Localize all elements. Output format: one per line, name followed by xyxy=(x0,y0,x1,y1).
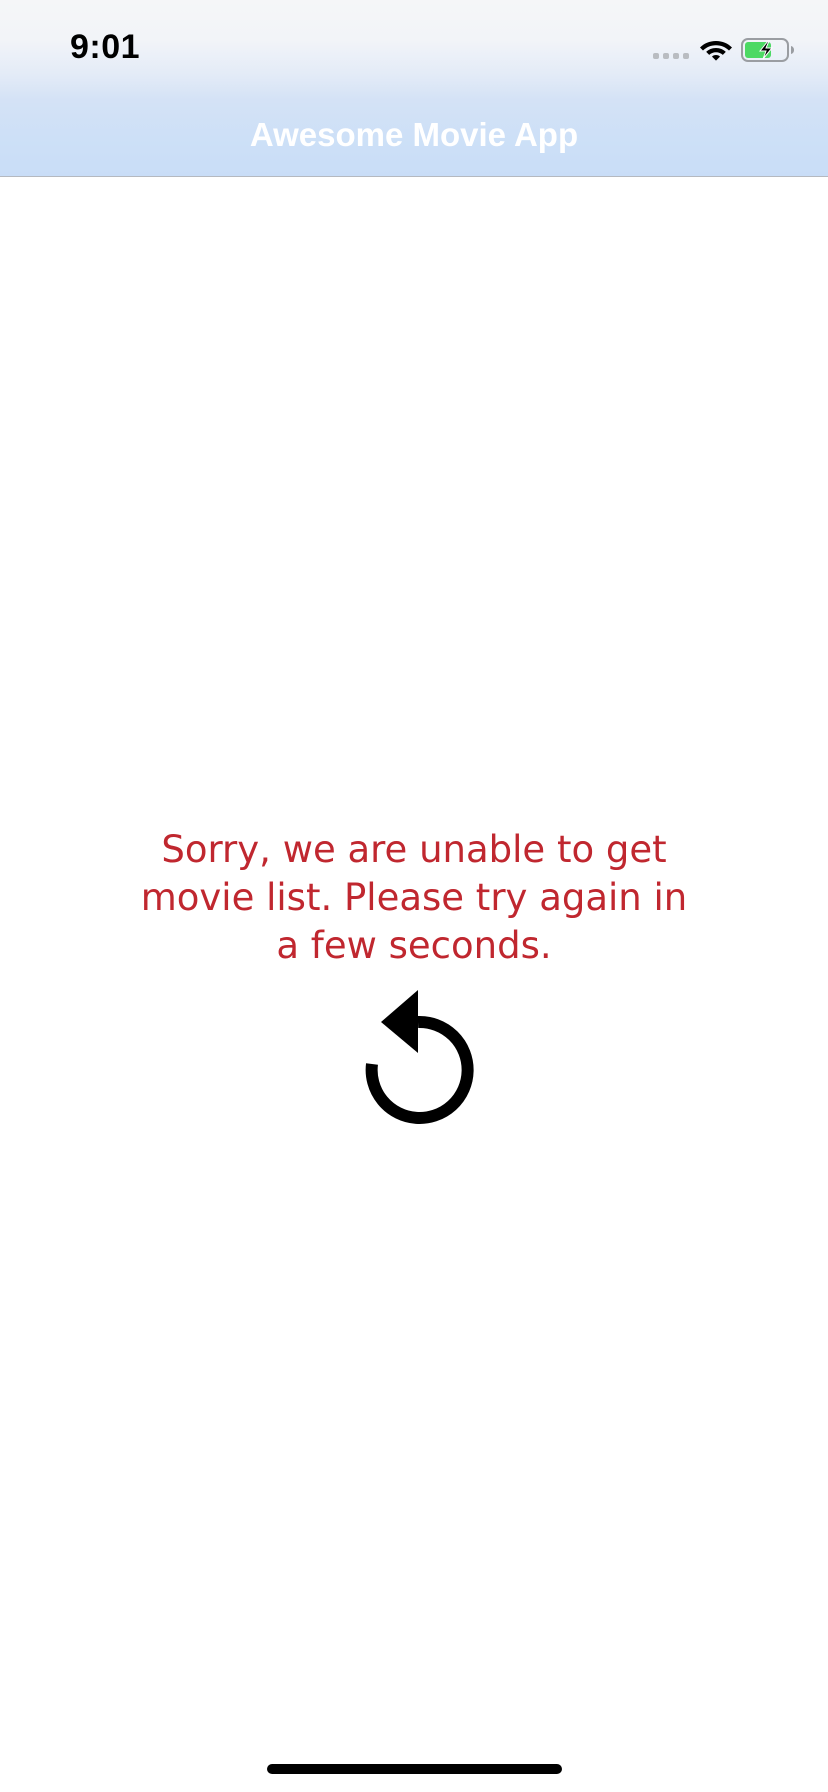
battery-charging-icon xyxy=(741,38,794,62)
home-indicator xyxy=(267,1764,562,1774)
wifi-icon xyxy=(700,41,732,61)
status-time: 9:01 xyxy=(70,28,141,66)
error-message: Sorry, we are unable to get movie list. … xyxy=(140,828,688,967)
status-bar: 9:01 xyxy=(0,0,828,100)
retry-button[interactable] xyxy=(354,988,474,1124)
refresh-icon[interactable] xyxy=(354,988,474,1124)
nav-title: Awesome Movie App xyxy=(249,116,579,153)
cellular-signal-icon xyxy=(653,53,689,59)
